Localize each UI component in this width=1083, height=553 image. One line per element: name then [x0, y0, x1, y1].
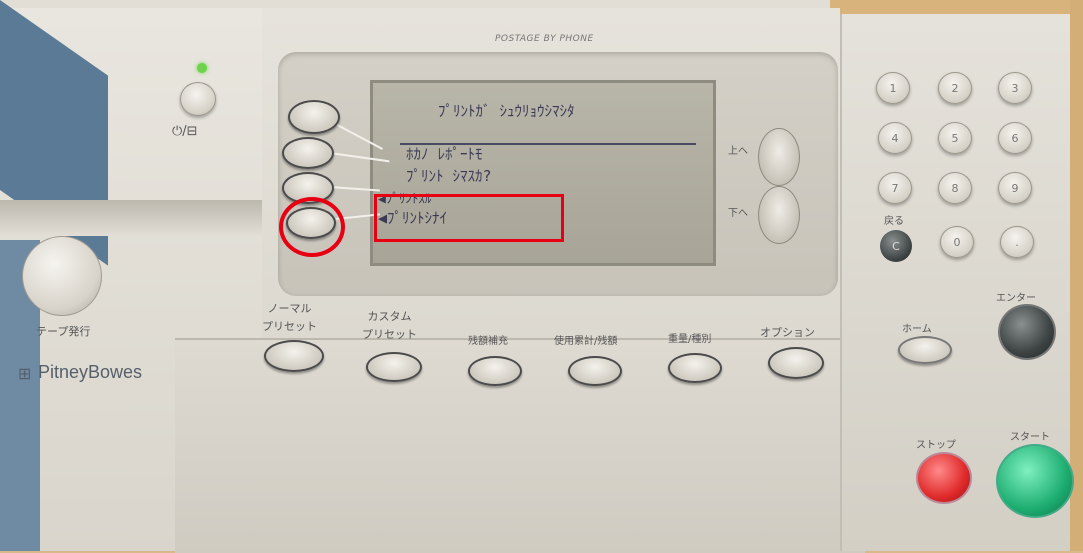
postage-meter: POSTAGE BY PHONE ⏻/⊟ テープ発行 ⊞ PitneyBowes…: [0, 0, 1083, 553]
function-label-normal-preset: ノーマル プリセット: [262, 302, 317, 333]
highlight-circle: [279, 197, 345, 257]
enter-label: エンター: [996, 293, 1036, 304]
lcd-title: ﾌﾟﾘﾝﾄｶﾞ ｼｭｳﾘｮｳｼﾏｼﾀ: [438, 102, 575, 120]
stop-label: ストップ: [916, 440, 956, 451]
up-arrow-button[interactable]: [758, 128, 800, 186]
feed-slot: [0, 200, 262, 236]
softkey-2[interactable]: [282, 137, 334, 169]
start-button[interactable]: [996, 444, 1074, 518]
custom-preset-button[interactable]: [366, 352, 422, 382]
highlight-box: [374, 194, 564, 242]
key-5[interactable]: 5: [938, 122, 972, 154]
enter-button[interactable]: [998, 304, 1056, 360]
tape-label: テープ発行: [36, 325, 91, 338]
key-6[interactable]: 6: [998, 122, 1032, 154]
start-label: スタート: [1010, 432, 1050, 443]
softkey-1[interactable]: [288, 100, 340, 134]
stop-button[interactable]: [916, 452, 972, 504]
key-decimal[interactable]: .: [1000, 226, 1034, 258]
down-arrow-button[interactable]: [758, 186, 800, 244]
function-label-options: オプション: [760, 326, 815, 339]
pitney-bowes-logo-icon: ⊞: [18, 364, 32, 383]
home-button[interactable]: [898, 336, 952, 364]
up-label: 上へ: [728, 146, 748, 157]
weight-button[interactable]: [668, 353, 722, 383]
usage-button[interactable]: [568, 356, 622, 386]
down-label: 下へ: [728, 208, 748, 219]
pitney-bowes-logo: PitneyBowes: [38, 362, 143, 382]
key-4[interactable]: 4: [878, 122, 912, 154]
back-label: 戻る: [884, 216, 904, 227]
function-label-usage: 使用累計/残額: [554, 336, 618, 347]
normal-preset-button[interactable]: [264, 340, 324, 372]
key-8[interactable]: 8: [938, 172, 972, 204]
options-button[interactable]: [768, 347, 824, 379]
home-label: ホーム: [902, 324, 932, 335]
brand-label: POSTAGE BY PHONE: [495, 34, 594, 44]
key-1[interactable]: 1: [876, 72, 910, 104]
key-7[interactable]: 7: [878, 172, 912, 204]
refill-button[interactable]: [468, 356, 522, 386]
function-label-refill: 残額補充: [468, 336, 508, 347]
lcd-line-2: ﾌﾟﾘﾝﾄ ｼﾏｽｶ?: [406, 167, 492, 185]
key-2[interactable]: 2: [938, 72, 972, 104]
key-3[interactable]: 3: [998, 72, 1032, 104]
table-surface: [830, 0, 1083, 14]
power-led: [197, 63, 207, 73]
tape-button[interactable]: [22, 236, 102, 316]
clear-button[interactable]: C: [880, 230, 912, 262]
function-label-custom-preset: カスタム プリセット: [362, 310, 417, 341]
lcd-line-1: ﾎｶﾉ ﾚﾎﾟｰﾄﾓ: [406, 145, 483, 163]
key-0[interactable]: 0: [940, 226, 974, 258]
key-9[interactable]: 9: [998, 172, 1032, 204]
power-button[interactable]: [180, 82, 216, 116]
power-label: ⏻/⊟: [172, 124, 198, 139]
function-label-weight: 重量/種別: [668, 334, 712, 345]
